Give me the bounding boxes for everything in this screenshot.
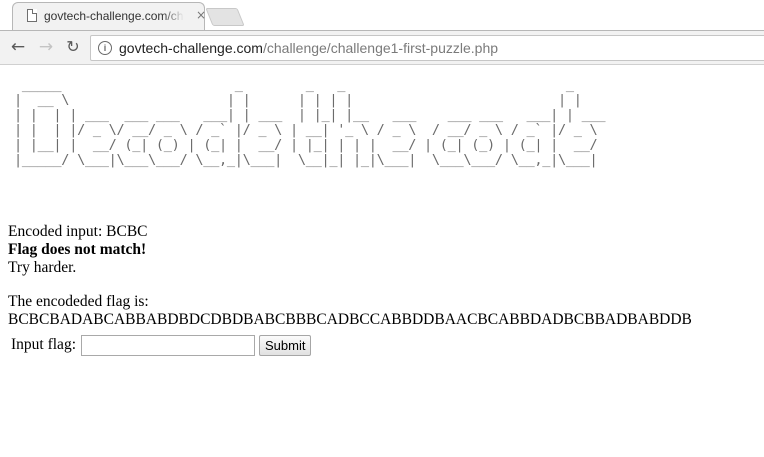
tab-strip: govtech-challenge.com/challenge/challeng… [0,0,764,30]
arrow-right-icon: → [38,37,54,57]
arrow-left-icon[interactable]: ← [8,37,28,57]
page-icon [27,9,37,22]
info-icon[interactable]: i [98,41,112,55]
url-text[interactable]: govtech-challenge.com/challenge/challeng… [119,40,498,56]
encoded-input-line: Encoded input: BCBC [8,223,148,240]
new-tab-button[interactable] [205,8,245,26]
tab-title: govtech-challenge.com/challenge/challeng… [44,9,184,23]
browser-tab[interactable]: govtech-challenge.com/challenge/challeng… [12,2,206,30]
ascii-art-banner: _____ _ _ _ _ | __ \ | | | | | | | | | |… [14,77,606,168]
encoded-flag-label: The encodeded flag is: [8,293,149,310]
result-heading: Flag does not match! [8,241,147,258]
reload-icon[interactable]: ↻ [63,37,83,57]
flag-input[interactable] [81,334,255,356]
address-bar[interactable]: i govtech-challenge.com/challenge/challe… [90,35,764,61]
flag-form: Input flag: Submit [11,334,312,356]
input-flag-label: Input flag: [11,336,76,353]
encoded-flag-value: BCBCBADABCABBABDBDCDBDBABCBBBCADBCCABBDD… [8,311,692,328]
url-path: /challenge/challenge1-first-puzzle.php [262,40,499,56]
url-host: govtech-challenge.com [119,40,263,56]
result-hint: Try harder. [8,259,77,276]
browser-toolbar: ← → ↻ i govtech-challenge.com/challenge/… [0,30,764,65]
result-text-block: Encoded input: BCBC Flag does not match!… [8,223,692,329]
page-content: _____ _ _ _ _ | __ \ | | | | | | | | | |… [0,66,764,457]
submit-button[interactable]: Submit [259,334,312,356]
